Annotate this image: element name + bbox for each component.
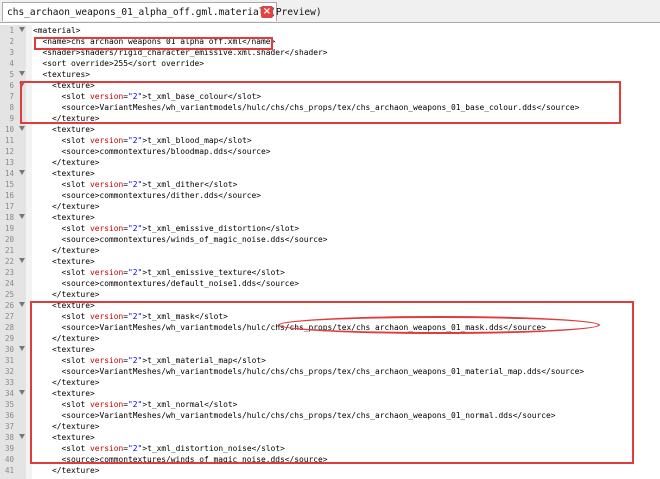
line-number: 13 — [4, 158, 14, 167]
line-number: 33 — [4, 378, 14, 387]
line-number: 8 — [9, 103, 14, 112]
code-line[interactable]: 17 </texture> — [0, 201, 660, 212]
code-text: <source>commontextures/default_noise1.dd… — [33, 279, 300, 288]
code-line[interactable]: 18 <texture> — [0, 212, 660, 223]
line-number: 1 — [9, 26, 14, 35]
line-number: 40 — [4, 455, 14, 464]
code-line[interactable]: 25 </texture> — [0, 289, 660, 300]
highlight-base-colour-block — [20, 81, 621, 124]
highlight-name-line — [34, 37, 273, 50]
code-line[interactable]: 12 <source>commontextures/bloodmap.dds</… — [0, 146, 660, 157]
line-number: 6 — [9, 81, 14, 90]
fold-toggle-icon[interactable] — [19, 258, 25, 263]
fold-toggle-icon[interactable] — [19, 126, 25, 131]
code-line[interactable]: 5 <textures> — [0, 69, 660, 80]
line-number: 18 — [4, 213, 14, 222]
line-number: 20 — [4, 235, 14, 244]
fold-toggle-icon[interactable] — [19, 434, 25, 439]
code-text: <source>commontextures/bloodmap.dds</sou… — [33, 147, 271, 156]
fold-toggle-icon[interactable] — [19, 302, 25, 307]
code-text: <sort override>255</sort override> — [33, 59, 205, 68]
line-number: 17 — [4, 202, 14, 211]
tab-material-preview[interactable]: chs_archaon_weapons_01_alpha_off.gml.mat… — [2, 2, 322, 21]
line-number: 34 — [4, 389, 14, 398]
code-text: <texture> — [33, 125, 95, 134]
line-number: 22 — [4, 257, 14, 266]
code-line[interactable]: 24 <source>commontextures/default_noise1… — [0, 278, 660, 289]
code-line[interactable]: 1 <material> — [0, 25, 660, 36]
line-number: 39 — [4, 444, 14, 453]
line-number: 10 — [4, 125, 14, 134]
line-number: 38 — [4, 433, 14, 442]
code-line[interactable]: 20 <source>commontextures/winds_of_magic… — [0, 234, 660, 245]
line-number: 29 — [4, 334, 14, 343]
code-text: <material> — [33, 26, 81, 35]
code-text: <slot version="2">t_xml_emissive_distort… — [33, 224, 300, 233]
line-number: 32 — [4, 367, 14, 376]
code-line[interactable]: 19 <slot version="2">t_xml_emissive_dist… — [0, 223, 660, 234]
code-line[interactable]: 14 <texture> — [0, 168, 660, 179]
line-number: 11 — [4, 136, 14, 145]
code-text: <texture> — [33, 169, 95, 178]
code-text: <textures> — [33, 70, 91, 79]
code-line[interactable]: 13 </texture> — [0, 157, 660, 168]
line-number: 21 — [4, 246, 14, 255]
line-number: 35 — [4, 400, 14, 409]
line-number: 3 — [9, 48, 14, 57]
fold-toggle-icon[interactable] — [19, 71, 25, 76]
code-line[interactable]: 21 </texture> — [0, 245, 660, 256]
tab-title: chs_archaon_weapons_01_alpha_off.gml.mat… — [7, 6, 322, 18]
code-text: </texture> — [33, 290, 100, 299]
code-line[interactable]: 22 <texture> — [0, 256, 660, 267]
line-number: 5 — [9, 70, 14, 79]
line-number: 16 — [4, 191, 14, 200]
fold-toggle-icon[interactable] — [19, 27, 25, 32]
code-text: <source>commontextures/winds_of_magic_no… — [33, 235, 328, 244]
code-text: <source>commontextures/dither.dds</sourc… — [33, 191, 262, 200]
code-line[interactable]: 10 <texture> — [0, 124, 660, 135]
code-text: <texture> — [33, 213, 95, 222]
line-number: 23 — [4, 268, 14, 277]
line-number: 31 — [4, 356, 14, 365]
line-number: 27 — [4, 312, 14, 321]
line-number: 15 — [4, 180, 14, 189]
fold-toggle-icon[interactable] — [19, 170, 25, 175]
line-number: 28 — [4, 323, 14, 332]
fold-toggle-icon[interactable] — [19, 390, 25, 395]
code-text: <slot version="2">t_xml_blood_map</slot> — [33, 136, 252, 145]
line-number: 24 — [4, 279, 14, 288]
close-icon[interactable]: × — [261, 6, 273, 18]
code-text: </texture> — [33, 158, 100, 167]
line-number: 14 — [4, 169, 14, 178]
line-number: 25 — [4, 290, 14, 299]
code-line[interactable]: 15 <slot version="2">t_xml_dither</slot> — [0, 179, 660, 190]
line-number: 7 — [9, 92, 14, 101]
code-text: </texture> — [33, 202, 100, 211]
code-text: </texture> — [33, 466, 100, 475]
line-number: 12 — [4, 147, 14, 156]
highlight-mask-path-ellipse — [278, 316, 600, 334]
line-number: 4 — [9, 59, 14, 68]
code-line[interactable]: 41 </texture> — [0, 465, 660, 476]
code-line[interactable]: 4 <sort override>255</sort override> — [0, 58, 660, 69]
code-line[interactable]: 16 <source>commontextures/dither.dds</so… — [0, 190, 660, 201]
line-number: 41 — [4, 466, 14, 475]
code-line[interactable]: 11 <slot version="2">t_xml_blood_map</sl… — [0, 135, 660, 146]
code-text: </texture> — [33, 246, 100, 255]
fold-toggle-icon[interactable] — [19, 214, 25, 219]
line-number: 9 — [9, 114, 14, 123]
tab-bar: chs_archaon_weapons_01_alpha_off.gml.mat… — [0, 0, 660, 23]
line-number: 19 — [4, 224, 14, 233]
line-number: 30 — [4, 345, 14, 354]
line-number: 37 — [4, 422, 14, 431]
code-editor[interactable]: 1 <material> 2 <name>chs archaon weapons 0… — [0, 25, 660, 479]
code-text: <slot version="2">t_xml_dither</slot> — [33, 180, 238, 189]
code-text: <texture> — [33, 257, 95, 266]
line-number: 36 — [4, 411, 14, 420]
line-number: 26 — [4, 301, 14, 310]
line-number: 2 — [9, 37, 14, 46]
fold-toggle-icon[interactable] — [19, 346, 25, 351]
code-line[interactable]: 23 <slot version="2">t_xml_emissive_text… — [0, 267, 660, 278]
code-text: <slot version="2">t_xml_emissive_texture… — [33, 268, 285, 277]
